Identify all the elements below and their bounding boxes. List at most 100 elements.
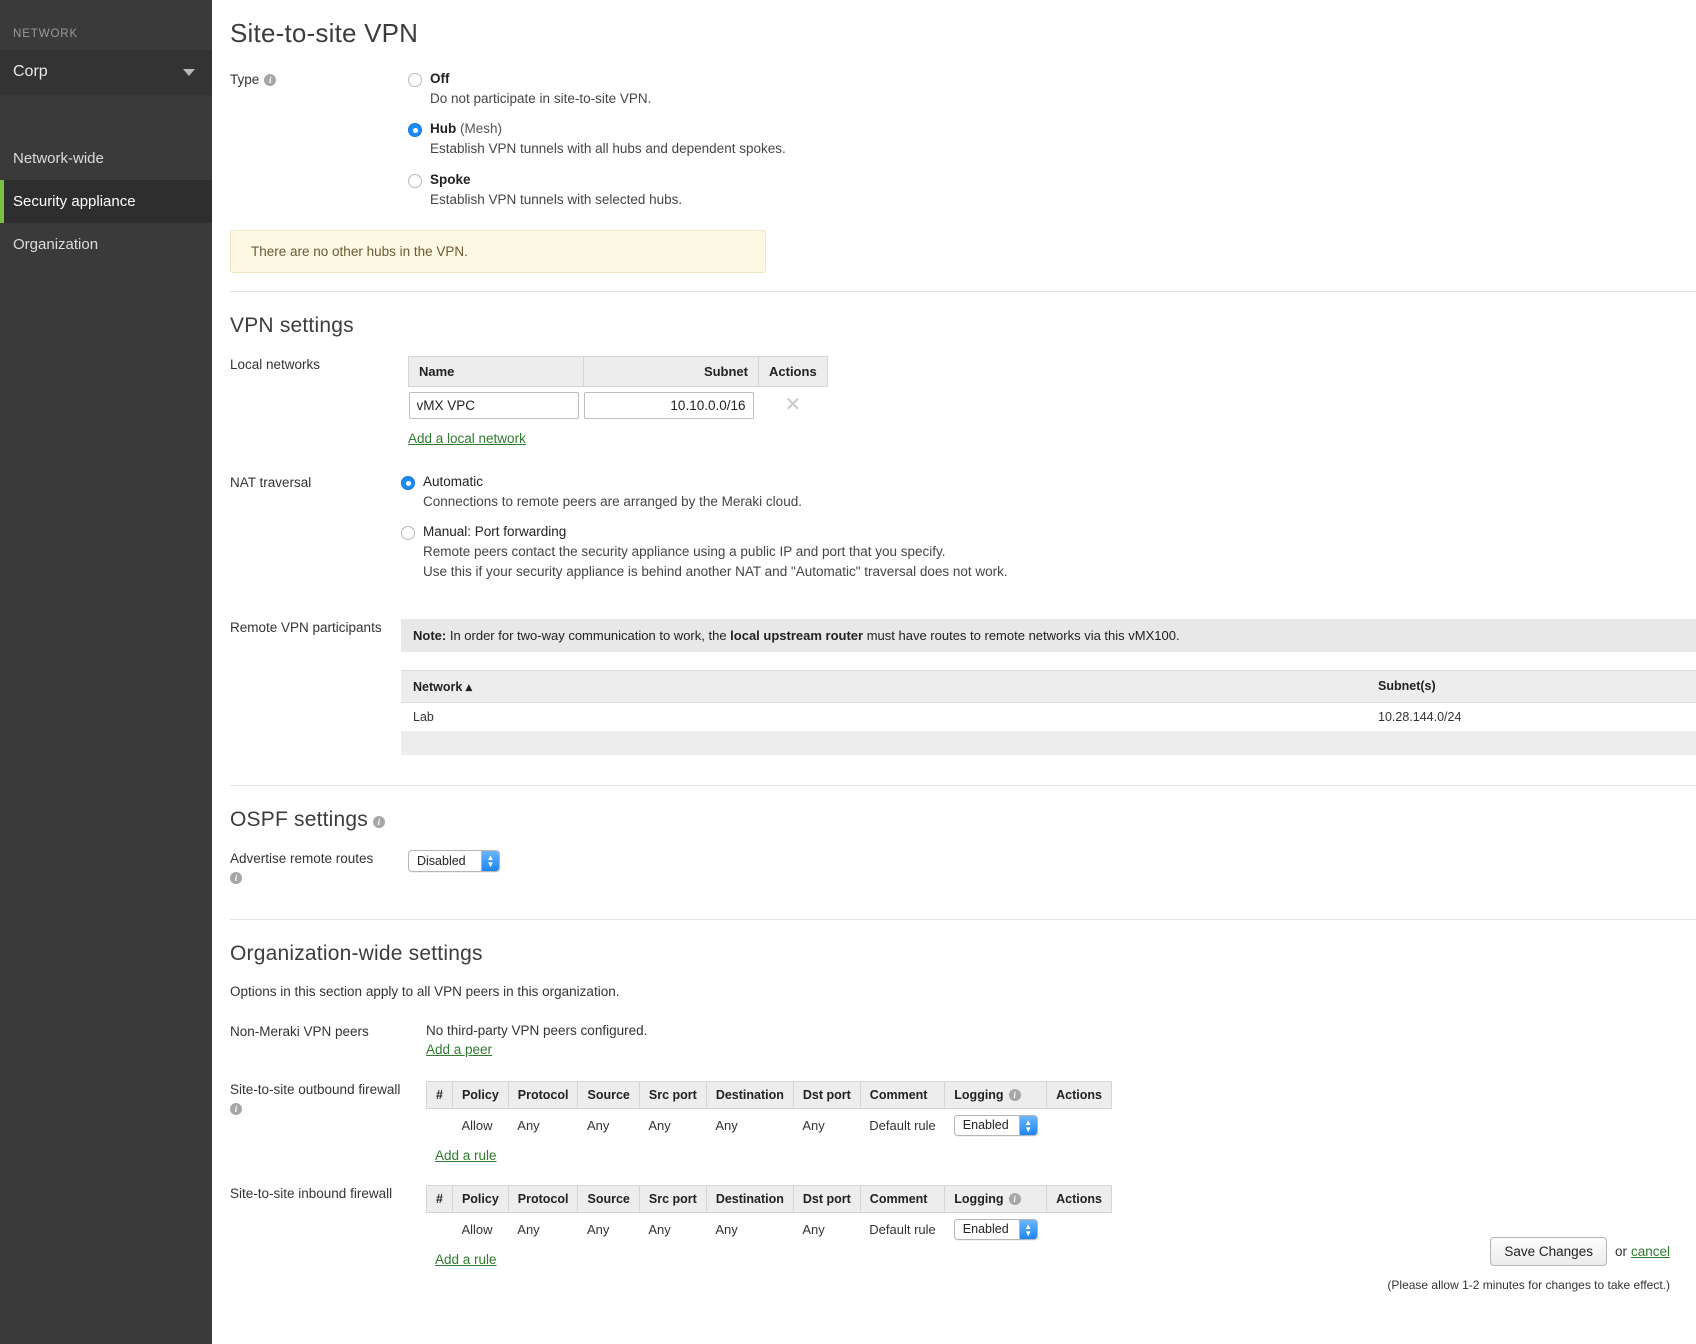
radio-option-hub[interactable]: Hub (Mesh)	[408, 121, 786, 137]
divider-1	[230, 291, 1696, 292]
add-local-network-link[interactable]: Add a local network	[408, 431, 526, 446]
local-networks-table: Name Subnet Actions	[408, 356, 828, 424]
remove-x-icon[interactable]: ✕	[778, 395, 807, 415]
save-changes-button[interactable]: Save Changes	[1490, 1237, 1607, 1266]
ospf-advertise-control: Disabled ▲▼	[408, 850, 500, 885]
radio-manual[interactable]	[401, 526, 415, 540]
radio-option-manual[interactable]: Manual: Port forwarding	[401, 524, 1008, 540]
radio-option-automatic[interactable]: Automatic	[401, 474, 1008, 490]
info-icon[interactable]: i	[1009, 1193, 1021, 1205]
radio-automatic-label: Automatic	[423, 474, 483, 489]
add-inbound-rule-link[interactable]: Add a rule	[435, 1252, 497, 1267]
col-logging-label: Logging	[954, 1088, 1003, 1102]
radio-option-spoke[interactable]: Spoke	[408, 172, 786, 188]
col-comment: Comment	[860, 1186, 944, 1213]
radio-spoke-desc: Establish VPN tunnels with selected hubs…	[430, 190, 786, 210]
advertise-remote-routes-select[interactable]: Disabled ▲▼	[408, 850, 500, 872]
local-network-subnet-input[interactable]	[584, 392, 754, 419]
sidebar-item-network-wide[interactable]: Network-wide	[0, 137, 212, 180]
radio-manual-desc-1: Remote peers contact the security applia…	[423, 542, 1008, 562]
inbound-comment-cell: Default rule	[860, 1213, 944, 1247]
radio-hub-label: Hub (Mesh)	[430, 121, 502, 136]
inbound-policy-cell: Allow	[452, 1213, 508, 1247]
participant-footer-left	[401, 731, 1366, 755]
local-networks-header-row: Name Subnet Actions	[409, 356, 828, 386]
radio-off-desc: Do not participate in site-to-site VPN.	[430, 89, 786, 109]
radio-automatic-desc: Connections to remote peers are arranged…	[423, 492, 1008, 512]
radio-option-off[interactable]: Off	[408, 71, 786, 87]
sidebar-item-security-appliance[interactable]: Security appliance	[0, 180, 212, 223]
ospf-title: OSPF settings	[230, 808, 368, 831]
stepper-arrows-icon: ▲▼	[481, 851, 499, 871]
col-src-port: Src port	[639, 1186, 706, 1213]
footer-actions: Save Changes or cancel (Please allow 1-2 m…	[1387, 1237, 1670, 1292]
outbound-num-cell	[427, 1109, 453, 1143]
non-meraki-peers-row: Non-Meraki VPN peers No third-party VPN …	[230, 1023, 1696, 1057]
ospf-advertise-row: Advertise remote routes i Disabled ▲▼	[230, 850, 1696, 885]
app-root: NETWORK Corp Network-wide Security appli…	[0, 0, 1696, 1344]
col-policy: Policy	[452, 1186, 508, 1213]
outbound-protocol-cell: Any	[508, 1109, 578, 1143]
add-outbound-rule-link[interactable]: Add a rule	[435, 1148, 497, 1163]
radio-automatic[interactable]	[401, 476, 415, 490]
col-subnets[interactable]: Subnet(s)	[1366, 670, 1696, 702]
radio-spoke[interactable]	[408, 174, 422, 188]
col-destination: Destination	[706, 1082, 793, 1109]
radio-off[interactable]	[408, 73, 422, 87]
inbound-protocol-cell: Any	[508, 1213, 578, 1247]
outbound-src-port-cell: Any	[639, 1109, 706, 1143]
outbound-logging-select[interactable]: Enabled ▲▼	[954, 1115, 1038, 1136]
non-meraki-peers-block: No third-party VPN peers configured. Add…	[426, 1023, 647, 1057]
table-row: Allow Any Any Any Any Any Default rule E…	[427, 1109, 1112, 1143]
info-icon[interactable]: i	[230, 872, 242, 884]
participant-network-cell: Lab	[401, 702, 1366, 731]
outbound-destination-cell: Any	[706, 1109, 793, 1143]
col-actions: Actions	[1047, 1082, 1112, 1109]
col-name: Name	[409, 356, 584, 386]
inbound-logging-value: Enabled	[955, 1220, 1019, 1239]
outbound-firewall-label: Site-to-site outbound firewall	[230, 1082, 400, 1097]
inbound-src-port-cell: Any	[639, 1213, 706, 1247]
divider-3	[230, 919, 1696, 920]
no-hubs-banner: There are no other hubs in the VPN.	[230, 230, 766, 273]
inbound-header-row: # Policy Protocol Source Src port Destin…	[427, 1186, 1112, 1213]
save-hint: (Please allow 1-2 minutes for changes to…	[1387, 1278, 1670, 1292]
chevron-down-icon	[183, 69, 195, 76]
inbound-num-cell	[427, 1213, 453, 1247]
local-network-subnet-cell	[584, 386, 759, 424]
stepper-arrows-icon: ▲▼	[1019, 1116, 1037, 1135]
local-networks-block: Name Subnet Actions	[408, 356, 828, 446]
inbound-logging-select[interactable]: Enabled ▲▼	[954, 1219, 1038, 1240]
sidebar-nav: Network-wide Security appliance Organiza…	[0, 137, 212, 266]
radio-hub-name: Hub	[430, 121, 456, 136]
network-selector[interactable]: Corp	[0, 50, 212, 95]
sidebar-item-organization[interactable]: Organization	[0, 223, 212, 266]
non-meraki-empty-text: No third-party VPN peers configured.	[426, 1023, 647, 1038]
col-logging: Logging i	[945, 1082, 1047, 1109]
col-num: #	[427, 1186, 453, 1213]
outbound-source-cell: Any	[578, 1109, 639, 1143]
radio-manual-desc-2: Use this if your security appliance is b…	[423, 562, 1008, 582]
inbound-source-cell: Any	[578, 1213, 639, 1247]
radio-hub-desc: Establish VPN tunnels with all hubs and …	[430, 139, 786, 159]
cancel-link[interactable]: cancel	[1631, 1244, 1670, 1259]
col-policy: Policy	[452, 1082, 508, 1109]
info-icon[interactable]: i	[264, 74, 276, 86]
participant-footer-right	[1366, 731, 1696, 755]
local-network-name-input[interactable]	[409, 392, 579, 419]
outbound-firewall-table: # Policy Protocol Source Src port Destin…	[426, 1081, 1112, 1142]
add-peer-link[interactable]: Add a peer	[426, 1042, 492, 1057]
col-actions: Actions	[1047, 1186, 1112, 1213]
col-logging: Loggingi	[945, 1186, 1047, 1213]
col-network[interactable]: Network ▴	[401, 670, 1366, 702]
table-row: ✕	[409, 386, 828, 424]
remote-participants-row: Remote VPN participants Note: In order f…	[230, 619, 1696, 756]
info-icon[interactable]: i	[1009, 1089, 1021, 1101]
info-icon[interactable]: i	[230, 1103, 242, 1115]
col-comment: Comment	[860, 1082, 944, 1109]
or-label: or	[1615, 1244, 1627, 1259]
network-section-label: NETWORK	[0, 0, 212, 50]
radio-hub[interactable]	[408, 123, 422, 137]
info-icon[interactable]: i	[373, 816, 385, 828]
radio-manual-label: Manual: Port forwarding	[423, 524, 566, 539]
